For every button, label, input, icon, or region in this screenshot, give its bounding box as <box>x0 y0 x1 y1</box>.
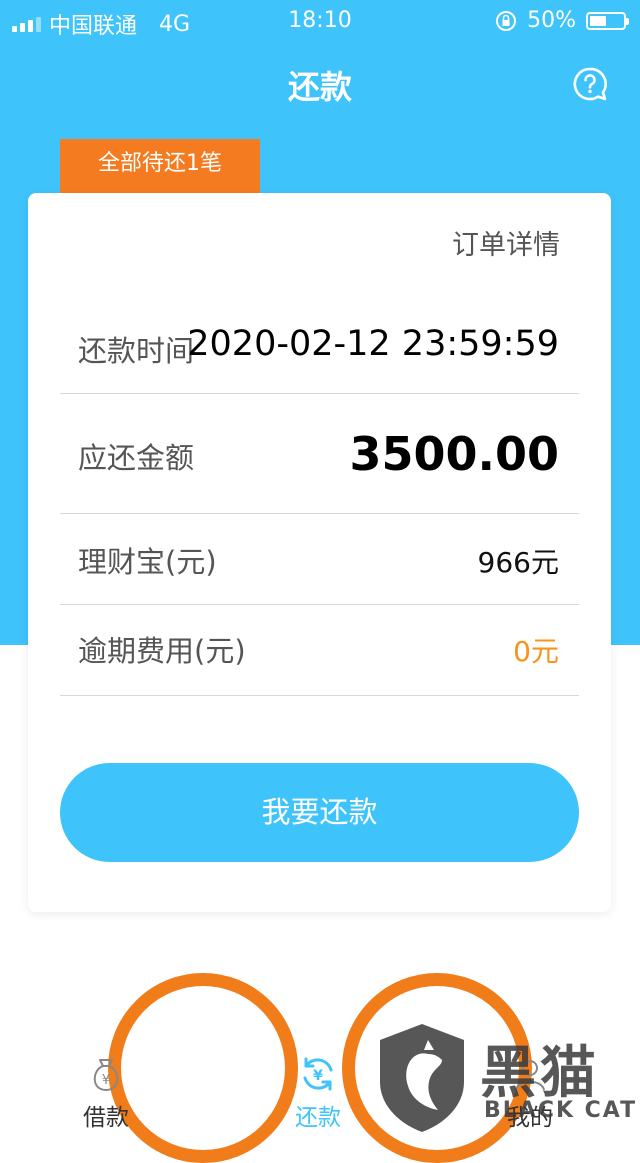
repay-time-label: 还款时间 <box>78 334 195 368</box>
repayment-card: 订单详情 还款时间 2020-02-12 23:59:59 应还金额 3500.… <box>28 193 611 912</box>
page-title: 还款 <box>287 68 352 106</box>
money-bag-icon: ¥ <box>93 1059 119 1092</box>
status-bar: 中国联通 4G 18:10 50% <box>0 0 640 40</box>
pending-count-tag: 全部待还1笔 <box>60 139 260 193</box>
amount-due-label: 应还金额 <box>78 441 195 475</box>
overdue-fee-row: 逾期费用(元) 0元 <box>60 604 579 696</box>
cat-shield-logo <box>380 1024 464 1132</box>
battery-fill <box>590 15 606 26</box>
refresh-yen-icon: ¥ <box>303 1057 333 1091</box>
battery-percent: 50% <box>527 8 576 33</box>
overdue-fee-label: 逾期费用(元) <box>78 634 246 668</box>
svg-text:¥: ¥ <box>102 1073 110 1088</box>
black-cat-watermark: 黑猫 BLACK CAT <box>372 1020 640 1136</box>
battery-icon <box>586 11 629 30</box>
rotation-lock-icon <box>496 10 517 31</box>
status-right: 50% <box>495 8 629 33</box>
wealth-value: 966元 <box>477 546 559 579</box>
overdue-fee-value: 0元 <box>513 635 559 668</box>
repay-button[interactable]: 我要还款 <box>60 763 579 862</box>
tab-repay-label: 还款 <box>295 1105 341 1131</box>
repay-time-row: 还款时间 2020-02-12 23:59:59 <box>60 298 579 394</box>
question-bubble-icon[interactable] <box>572 66 608 102</box>
tab-borrow[interactable]: ¥ 借款 <box>46 1046 166 1132</box>
svg-text:¥: ¥ <box>313 1068 323 1084</box>
repay-time-value: 2020-02-12 23:59:59 <box>187 324 559 364</box>
watermark-text: 黑猫 <box>480 1041 600 1106</box>
amount-due-row: 应还金额 3500.00 <box>60 393 579 514</box>
order-detail-link[interactable]: 订单详情 <box>452 223 560 262</box>
amount-due-value: 3500.00 <box>349 427 559 481</box>
wealth-label: 理财宝(元) <box>78 545 217 579</box>
tab-repay[interactable]: ¥ 还款 <box>258 1046 378 1132</box>
watermark-subtext: BLACK CAT <box>484 1098 638 1123</box>
tab-borrow-label: 借款 <box>83 1105 129 1131</box>
wealth-row: 理财宝(元) 966元 <box>60 513 579 605</box>
